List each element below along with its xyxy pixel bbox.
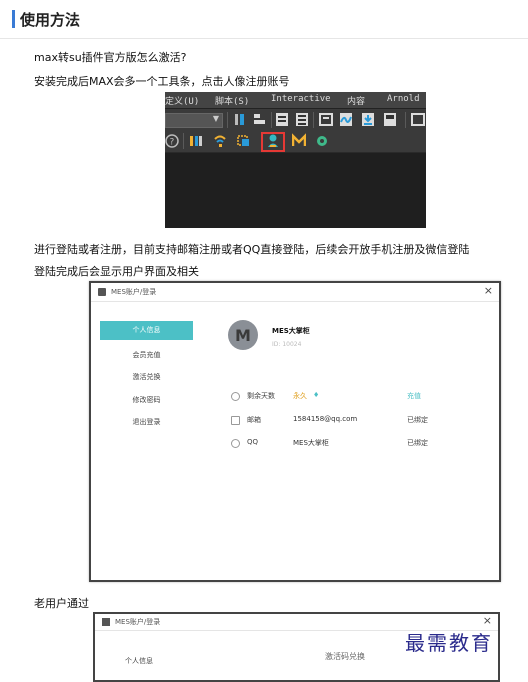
toolbar-icon (319, 112, 333, 127)
menu-item-interactive: Interactive (271, 94, 331, 104)
curve-editor-icon (339, 112, 353, 127)
watermark: 最需教育 (405, 631, 493, 655)
recharge-link[interactable]: 充值 (407, 391, 421, 401)
toolbar-icon (295, 112, 309, 127)
max-toolbar-screenshot: 定义(U) 脚本(S) Interactive 内容 Arnold ▼ ? (165, 92, 426, 228)
menu-item-customize: 定义(U) (165, 97, 200, 107)
diamond-icon: ♦ (313, 391, 320, 399)
section-title: 使用方法 (20, 11, 81, 29)
selection-dropdown: ▼ (165, 113, 223, 128)
paragraph-login: 进行登陆或者注册，目前支持邮箱注册或者QQ直接登陆，后续会开放手机注册及微信登陆 (34, 243, 470, 256)
qq-icon (231, 439, 240, 448)
activation-title: 激活码兑换 (325, 652, 365, 661)
toolbar-icon (275, 112, 289, 127)
dialog-title: MES账户/登录 (111, 288, 157, 296)
nav-item-recharge[interactable]: 会员充值 (100, 350, 193, 360)
row-value-days: 永久 (293, 392, 307, 400)
svg-text:?: ? (170, 138, 175, 148)
max-toolbar-plugin: ? (165, 130, 426, 153)
plugin-select-icon[interactable] (237, 133, 251, 148)
nav-item-profile[interactable]: 个人信息 (125, 656, 153, 666)
menu-item-content: 内容 (347, 97, 366, 107)
close-icon[interactable]: × (484, 284, 493, 297)
mail-icon (231, 416, 240, 425)
dialog-title: MES账户/登录 (115, 618, 161, 626)
toolbar-separator (227, 112, 228, 128)
max-toolbar-top: ▼ (165, 108, 426, 131)
row-value-qq: MES大掌柜 (293, 439, 329, 447)
paragraph-after-login: 登陆完成后会显示用户界面及相关 (34, 265, 199, 278)
row-label-days: 剩余天数 (247, 392, 275, 400)
section-accent-bar (12, 10, 15, 28)
highlight-box (261, 132, 285, 152)
toolbar-icon (253, 112, 267, 127)
toolbar-icon (233, 112, 247, 127)
help-icon[interactable]: ? (165, 133, 179, 148)
close-icon[interactable]: × (483, 614, 492, 627)
email-bound-status: 已绑定 (407, 416, 428, 424)
mes-logo-icon[interactable] (291, 132, 307, 148)
download-icon (361, 112, 375, 127)
user-id: ID: 10024 (272, 341, 302, 348)
avatar-letter: M (235, 326, 251, 345)
nav-item-profile[interactable]: 个人信息 (100, 321, 193, 340)
toolbar-icon (383, 112, 397, 127)
toolbar-icon (411, 112, 425, 127)
max-menu-bar: 定义(U) 脚本(S) Interactive 内容 Arnold (165, 92, 426, 108)
section-header: 使用方法 (0, 0, 528, 39)
row-label-qq: QQ (247, 438, 259, 446)
app-icon (98, 288, 106, 296)
plugin-wifi-icon[interactable] (213, 133, 227, 148)
menu-item-script: 脚本(S) (215, 97, 250, 107)
row-value-email: 1584158@qq.com (293, 415, 358, 423)
paragraph-question: max转su插件官方版怎么激活? (34, 51, 187, 64)
toolbar-separator (313, 112, 314, 128)
paragraph-install: 安装完成后MAX会多一个工具条，点击人像注册账号 (34, 75, 290, 88)
app-icon (102, 618, 110, 626)
gear-icon[interactable] (315, 133, 329, 148)
toolbar-separator (271, 112, 272, 128)
paragraph-old-user: 老用户通过 (34, 597, 89, 610)
nav-item-logout[interactable]: 退出登录 (100, 417, 193, 427)
toolbar-separator (405, 112, 406, 128)
plugin-bars-icon[interactable] (189, 133, 203, 148)
qq-bound-status: 已绑定 (407, 439, 428, 447)
dialog-title-bar: MES账户/登录 × (91, 283, 499, 302)
toolbar-separator (183, 133, 184, 149)
nav-item-activate[interactable]: 激活兑换 (100, 372, 193, 382)
menu-item-arnold: Arnold (387, 94, 420, 104)
avatar: M (228, 320, 258, 350)
nav-item-password[interactable]: 修改密码 (100, 395, 193, 405)
row-label-email: 邮箱 (247, 416, 261, 424)
clock-icon (231, 392, 240, 401)
mes-account-dialog: MES账户/登录 × 个人信息 会员充值 激活兑换 修改密码 退出登录 M ME… (89, 281, 501, 582)
username: MES大掌柜 (272, 327, 310, 335)
